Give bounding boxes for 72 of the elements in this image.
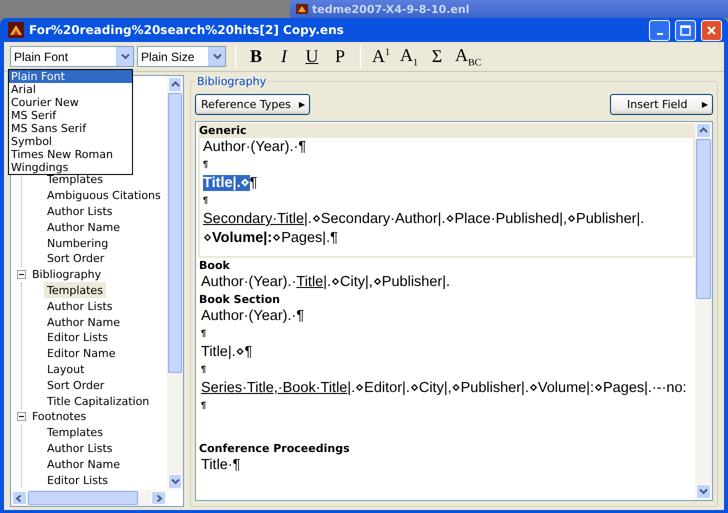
format-button[interactable]: Σ	[423, 44, 451, 70]
tree-item[interactable]: Author Lists	[44, 440, 116, 456]
format-button[interactable]: A$_{BC}$	[451, 44, 486, 70]
horizontal-scrollbar[interactable]	[11, 490, 167, 506]
maximize-button[interactable]	[675, 20, 696, 40]
tree-item[interactable]: Editor Name	[44, 346, 119, 362]
tree-item[interactable]: Ambiguous Citations	[44, 188, 164, 204]
minimize-button[interactable]	[649, 20, 670, 40]
template-heading: Conference Proceedings	[198, 441, 351, 456]
collapse-toggle[interactable]	[17, 412, 26, 422]
tree-item[interactable]: Templates	[44, 424, 106, 441]
template-heading: Book Section	[198, 292, 281, 307]
template-line: Title|.⋄¶	[203, 174, 258, 193]
font-dropdown[interactable]: Plain Font	[10, 46, 134, 67]
tree-item[interactable]: Author Lists	[44, 204, 116, 220]
scroll-left-icon	[15, 494, 24, 502]
format-button[interactable]: A$^{1}$	[367, 44, 395, 70]
tree-item[interactable]: Editor Lists	[44, 330, 112, 346]
tree-item[interactable]: Numbering	[44, 235, 112, 252]
scroll-up-icon	[699, 127, 708, 134]
format-button[interactable]: P	[326, 44, 354, 70]
template-line: ¶	[201, 399, 208, 412]
template-line: Author·(Year).·Title|.⋄City|,⋄Publisher|.	[201, 273, 452, 292]
template-heading: Generic	[198, 123, 695, 138]
tree-item[interactable]: Sort Order	[44, 377, 108, 394]
template-line: Author·(Year).·¶	[201, 307, 306, 326]
template-line: ¶	[201, 327, 208, 340]
template-line: ¶	[203, 158, 210, 171]
group-title: Bibliography	[196, 75, 268, 88]
tree-item[interactable]: Editor Lists	[44, 472, 112, 488]
size-dropdown[interactable]: Plain Size	[137, 46, 226, 67]
minimize-icon	[656, 33, 662, 35]
format-button[interactable]: A$_{1}$	[395, 44, 423, 70]
template-line: Title·¶	[201, 456, 242, 475]
vertical-scrollbar[interactable]	[167, 76, 183, 490]
template-line: Series·Title,·Book·Title|.⋄Editor|.⋄City|,⋄Publisher|.⋄Volume|:⋄Pages|.·-·no:	[201, 379, 688, 398]
vertical-scrollbar[interactable]	[695, 122, 712, 500]
collapse-toggle[interactable]	[17, 270, 26, 280]
format-button[interactable]: I	[270, 44, 298, 70]
tree-item[interactable]: Layout	[44, 361, 88, 378]
template-line: Author·(Year).·¶	[203, 138, 308, 157]
tree-item[interactable]: Sort Order	[44, 250, 108, 267]
template-line: ¶	[201, 363, 208, 376]
template-line: ⋄Volume|:⋄Pages|.¶	[203, 229, 339, 248]
template-line: Title|.⋄¶	[201, 343, 254, 362]
app-icon	[8, 22, 24, 38]
template-line: ¶	[203, 194, 210, 207]
scroll-down-icon	[170, 478, 180, 485]
close-button[interactable]	[701, 20, 722, 40]
tree-item[interactable]: Author Name	[44, 314, 123, 330]
font-option[interactable]: Plain Font	[9, 70, 132, 83]
tree-item[interactable]: Title Capitalization	[44, 393, 152, 410]
close-icon	[706, 24, 717, 36]
scroll-down-icon	[699, 488, 708, 495]
template-line: Secondary·Title|.⋄Secondary·Author|.⋄Place·Published|,⋄Publisher|.	[203, 210, 646, 229]
tree-item[interactable]: Author Name	[44, 219, 123, 236]
window-title: tedme2007-X4-9-8-10.enl	[312, 2, 470, 16]
scroll-up-icon	[170, 81, 180, 88]
tree-item[interactable]: Bibliography	[29, 268, 104, 282]
format-button[interactable]: B	[242, 44, 270, 70]
maximize-icon	[680, 24, 691, 36]
insert-field-button[interactable]: Insert Field ▶	[610, 94, 713, 115]
app-icon	[296, 4, 308, 14]
format-button[interactable]: U	[298, 44, 326, 70]
template-heading: Book	[198, 258, 231, 273]
tree-item[interactable]: Footnotes	[29, 410, 90, 424]
tree-item[interactable]: Author Lists	[44, 298, 116, 314]
tree-item[interactable]: Author Name	[44, 456, 123, 472]
tree-item[interactable]: Templates	[44, 282, 106, 298]
reference-types-button[interactable]: Reference Types ▶	[195, 94, 310, 115]
scroll-right-icon	[154, 494, 163, 502]
window-title: For%20reading%20search%20hits[2] Copy.ens	[29, 23, 345, 37]
